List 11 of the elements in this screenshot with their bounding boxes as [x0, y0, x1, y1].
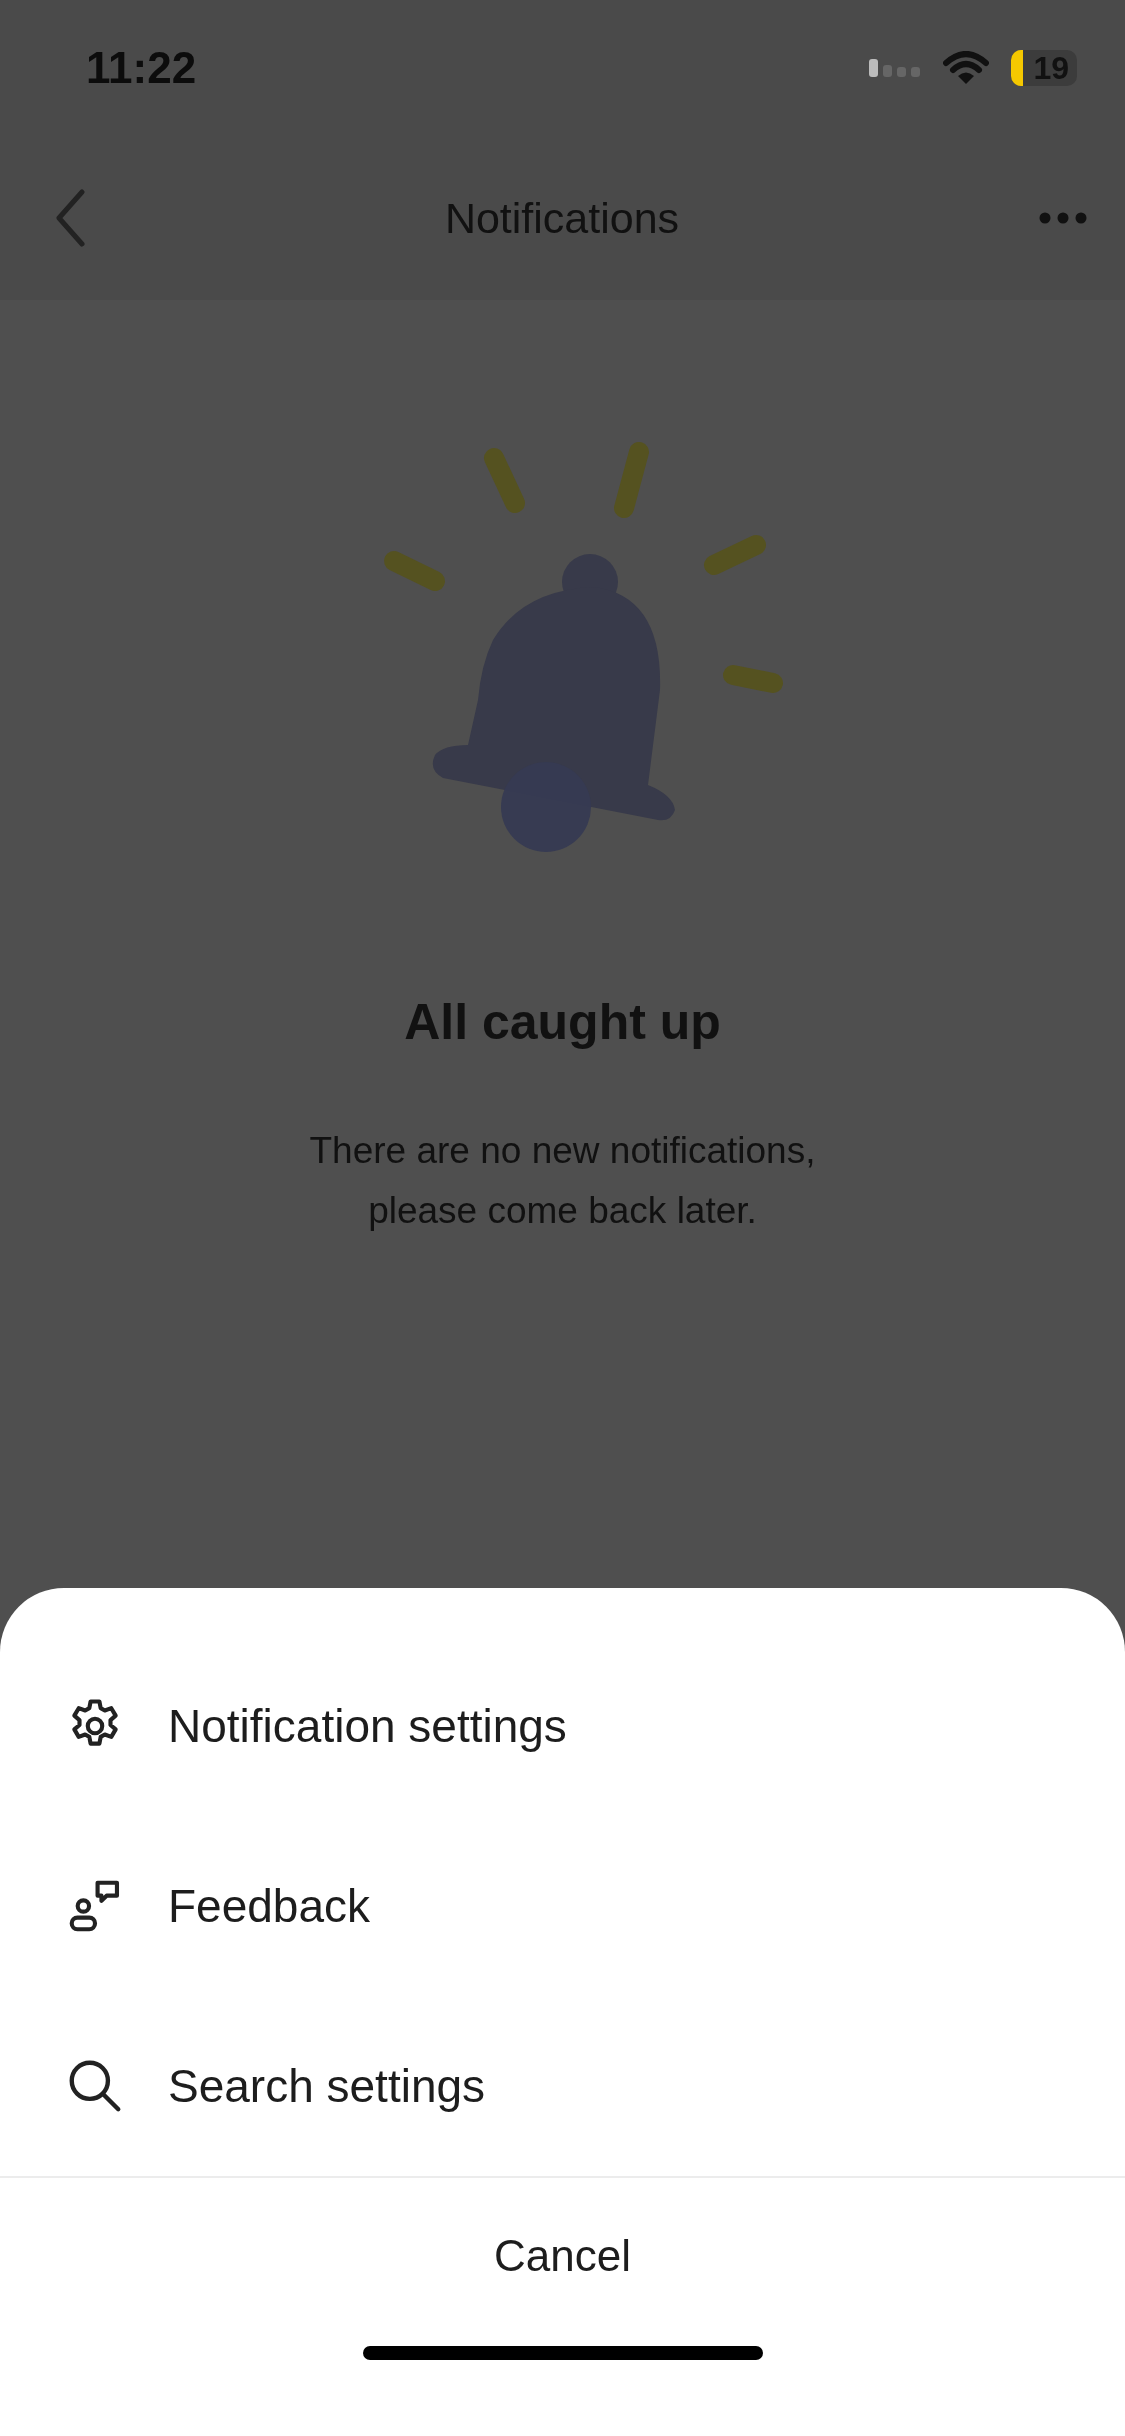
page-title: Notifications: [444, 193, 680, 243]
back-icon[interactable]: [55, 189, 85, 247]
status-time: 11:22: [86, 43, 197, 93]
menu-item[interactable]: Notification settings: [0, 1636, 1125, 1816]
menu-item[interactable]: Feedback: [0, 1816, 1125, 1996]
empty-message: There are no new notifications, please come back later.: [308, 1129, 817, 1233]
menu-item[interactable]: Search settings: [0, 1996, 1125, 2176]
more-icon[interactable]: [1039, 212, 1087, 224]
empty-title: All caught up: [404, 993, 721, 1051]
wifi-icon: [943, 51, 989, 85]
signal-icon: [869, 59, 921, 77]
